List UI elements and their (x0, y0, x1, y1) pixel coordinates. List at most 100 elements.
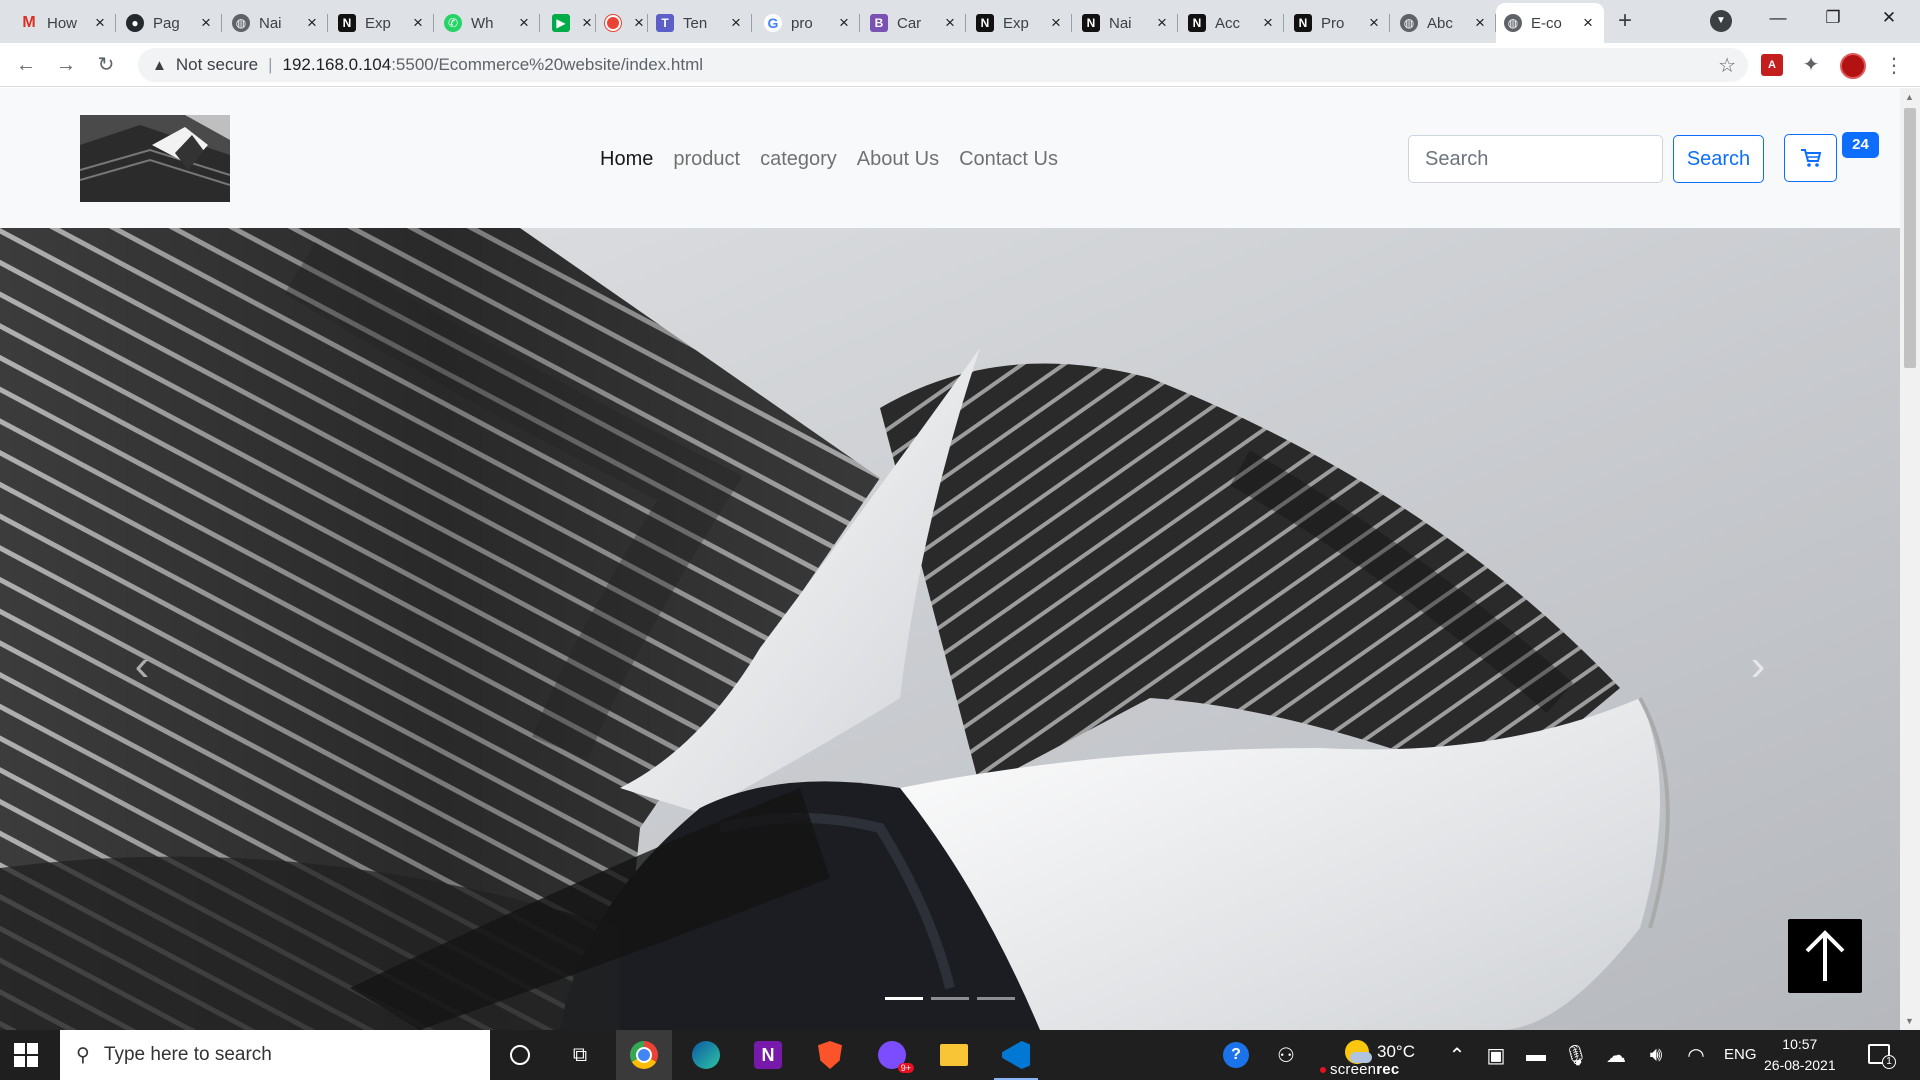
tab[interactable]: N Exp × (330, 3, 434, 43)
carousel-prev-button[interactable]: ‹ (122, 636, 162, 696)
address-bar[interactable]: ▲ Not secure | 192.168.0.104:5500/Ecomme… (138, 48, 1748, 82)
minimize-button[interactable]: — (1755, 0, 1801, 36)
new-tab-button[interactable]: + (1610, 7, 1640, 37)
volume-icon[interactable]: 🔊︎ (1640, 1039, 1672, 1071)
nav-category[interactable]: category (760, 148, 837, 171)
tab[interactable]: N Nai × (1074, 3, 1178, 43)
tab[interactable]: N Exp × (968, 3, 1072, 43)
tab[interactable]: ✆ Wh × (436, 3, 540, 43)
forward-button[interactable]: → (52, 51, 80, 79)
tab-title: Pro (1321, 14, 1345, 32)
language-indicator[interactable]: ENG (1724, 1046, 1757, 1063)
edge-taskbar-icon[interactable] (690, 1039, 722, 1071)
vscode-taskbar-icon[interactable] (994, 1039, 1038, 1080)
tab[interactable]: N Acc × (1180, 3, 1284, 43)
site-search-button[interactable]: Search (1673, 135, 1764, 183)
carousel-next-button[interactable]: › (1738, 636, 1778, 696)
show-hidden-icons-chevron-icon[interactable]: ⌃ (1441, 1039, 1473, 1071)
carousel-indicator[interactable] (977, 997, 1015, 1000)
task-view-icon[interactable]: ⧉ (564, 1039, 596, 1071)
close-window-button[interactable]: ✕ (1866, 0, 1912, 36)
file-explorer-taskbar-icon[interactable] (938, 1039, 970, 1071)
tab-search-button[interactable]: ▼ (1710, 10, 1732, 32)
tab-close-icon[interactable]: × (304, 13, 320, 33)
browser-menu-icon[interactable]: ⋮ (1884, 53, 1904, 78)
nav-contact-us[interactable]: Contact Us (959, 148, 1058, 171)
np-icon: N (1082, 14, 1100, 32)
tab[interactable]: B Car × (862, 3, 966, 43)
tab-close-icon[interactable]: × (92, 13, 108, 33)
site-navbar: Home product category About Us Contact U… (0, 88, 1900, 228)
tab-title: Ten (683, 14, 708, 32)
microphone-icon[interactable]: 🎙︎ (1560, 1039, 1592, 1071)
site-search-input[interactable] (1408, 135, 1663, 183)
back-button[interactable]: ← (12, 51, 40, 79)
pdf-extension-icon[interactable]: A (1761, 54, 1783, 76)
tab-close-icon[interactable]: × (1260, 13, 1276, 33)
carousel-indicator[interactable] (885, 997, 923, 1000)
cart-button[interactable] (1784, 134, 1837, 182)
tab[interactable]: Gpro × (756, 3, 860, 43)
carousel-indicators (885, 997, 1015, 1000)
separator: | (268, 55, 273, 74)
taskbar-search-box[interactable]: ⚲ Type here to search (60, 1030, 490, 1080)
notifications-icon[interactable]: 1 (1868, 1044, 1896, 1069)
scroll-to-top-button[interactable] (1788, 919, 1862, 993)
tab-close-icon[interactable]: × (1154, 13, 1170, 33)
tab-close-icon[interactable]: × (631, 13, 647, 33)
page-scrollbar[interactable]: ▲ ▼ (1900, 88, 1920, 1030)
tab-active[interactable]: ◍ E-co × (1496, 3, 1604, 43)
extensions-icon[interactable]: ✦ (1800, 54, 1822, 76)
tab-close-icon[interactable]: × (410, 13, 426, 33)
system-clock[interactable]: 10:57 26-08-2021 (1764, 1034, 1836, 1076)
tab[interactable]: ◍ Abc × (1392, 3, 1496, 43)
nav-about-us[interactable]: About Us (857, 148, 939, 171)
tab-title: Nai (259, 14, 282, 32)
tab-close-icon[interactable]: × (1472, 13, 1488, 33)
globe-icon: ◍ (232, 14, 250, 32)
tab-close-icon[interactable]: × (198, 13, 214, 33)
tab[interactable]: × (596, 3, 648, 43)
nav-product[interactable]: product (673, 148, 740, 171)
tab[interactable]: N Pro × (1286, 3, 1390, 43)
start-button[interactable] (14, 1043, 38, 1067)
clock-time: 10:57 (1782, 1036, 1818, 1052)
tab[interactable]: ◍ Nai × (224, 3, 328, 43)
tab-close-icon[interactable]: × (1366, 13, 1382, 33)
tab-title: Car (897, 14, 922, 32)
tab[interactable]: M How × (12, 3, 116, 43)
globe-icon: ◍ (1504, 14, 1522, 32)
reload-button[interactable]: ↻ (92, 51, 120, 79)
tab-close-icon[interactable]: × (516, 13, 532, 33)
nav-home[interactable]: Home (600, 148, 653, 171)
people-icon[interactable]: ⚇ (1270, 1039, 1302, 1071)
onenote-taskbar-icon[interactable]: N (752, 1039, 784, 1071)
windows-taskbar: ⚲ Type here to search ⧉ N ? ⚇ 30°C scree… (0, 1030, 1920, 1080)
restore-button[interactable]: ❐ (1810, 0, 1856, 36)
tab-close-icon[interactable]: × (728, 13, 744, 33)
meet-now-icon[interactable]: ▣ (1480, 1039, 1512, 1071)
help-icon[interactable]: ? (1220, 1039, 1252, 1071)
battery-icon[interactable]: ▬ (1520, 1039, 1552, 1071)
tab-close-icon[interactable]: × (579, 13, 595, 33)
tab-close-icon[interactable]: × (1048, 13, 1064, 33)
onedrive-cloud-icon[interactable]: ☁ (1600, 1039, 1632, 1071)
brand-logo[interactable] (80, 115, 230, 202)
carousel-indicator[interactable] (931, 997, 969, 1000)
scrollbar-thumb[interactable] (1904, 108, 1916, 368)
discord-taskbar-icon[interactable] (876, 1039, 914, 1073)
tab[interactable]: ▶ × (544, 3, 596, 43)
cortana-icon[interactable] (504, 1039, 536, 1071)
profile-avatar[interactable] (1840, 53, 1866, 79)
wifi-icon[interactable]: ◠ (1680, 1039, 1712, 1071)
tab-close-icon[interactable]: × (1580, 13, 1596, 33)
scroll-up-arrow[interactable]: ▲ (1905, 92, 1914, 102)
brave-taskbar-icon[interactable] (814, 1039, 846, 1071)
tab-close-icon[interactable]: × (942, 13, 958, 33)
tab-close-icon[interactable]: × (836, 13, 852, 33)
scroll-down-arrow[interactable]: ▼ (1905, 1016, 1914, 1026)
tab[interactable]: T Ten × (648, 3, 752, 43)
tab[interactable]: ● Pag × (118, 3, 222, 43)
chrome-taskbar-icon[interactable] (616, 1030, 672, 1080)
bookmark-star-icon[interactable]: ☆ (1718, 53, 1736, 78)
